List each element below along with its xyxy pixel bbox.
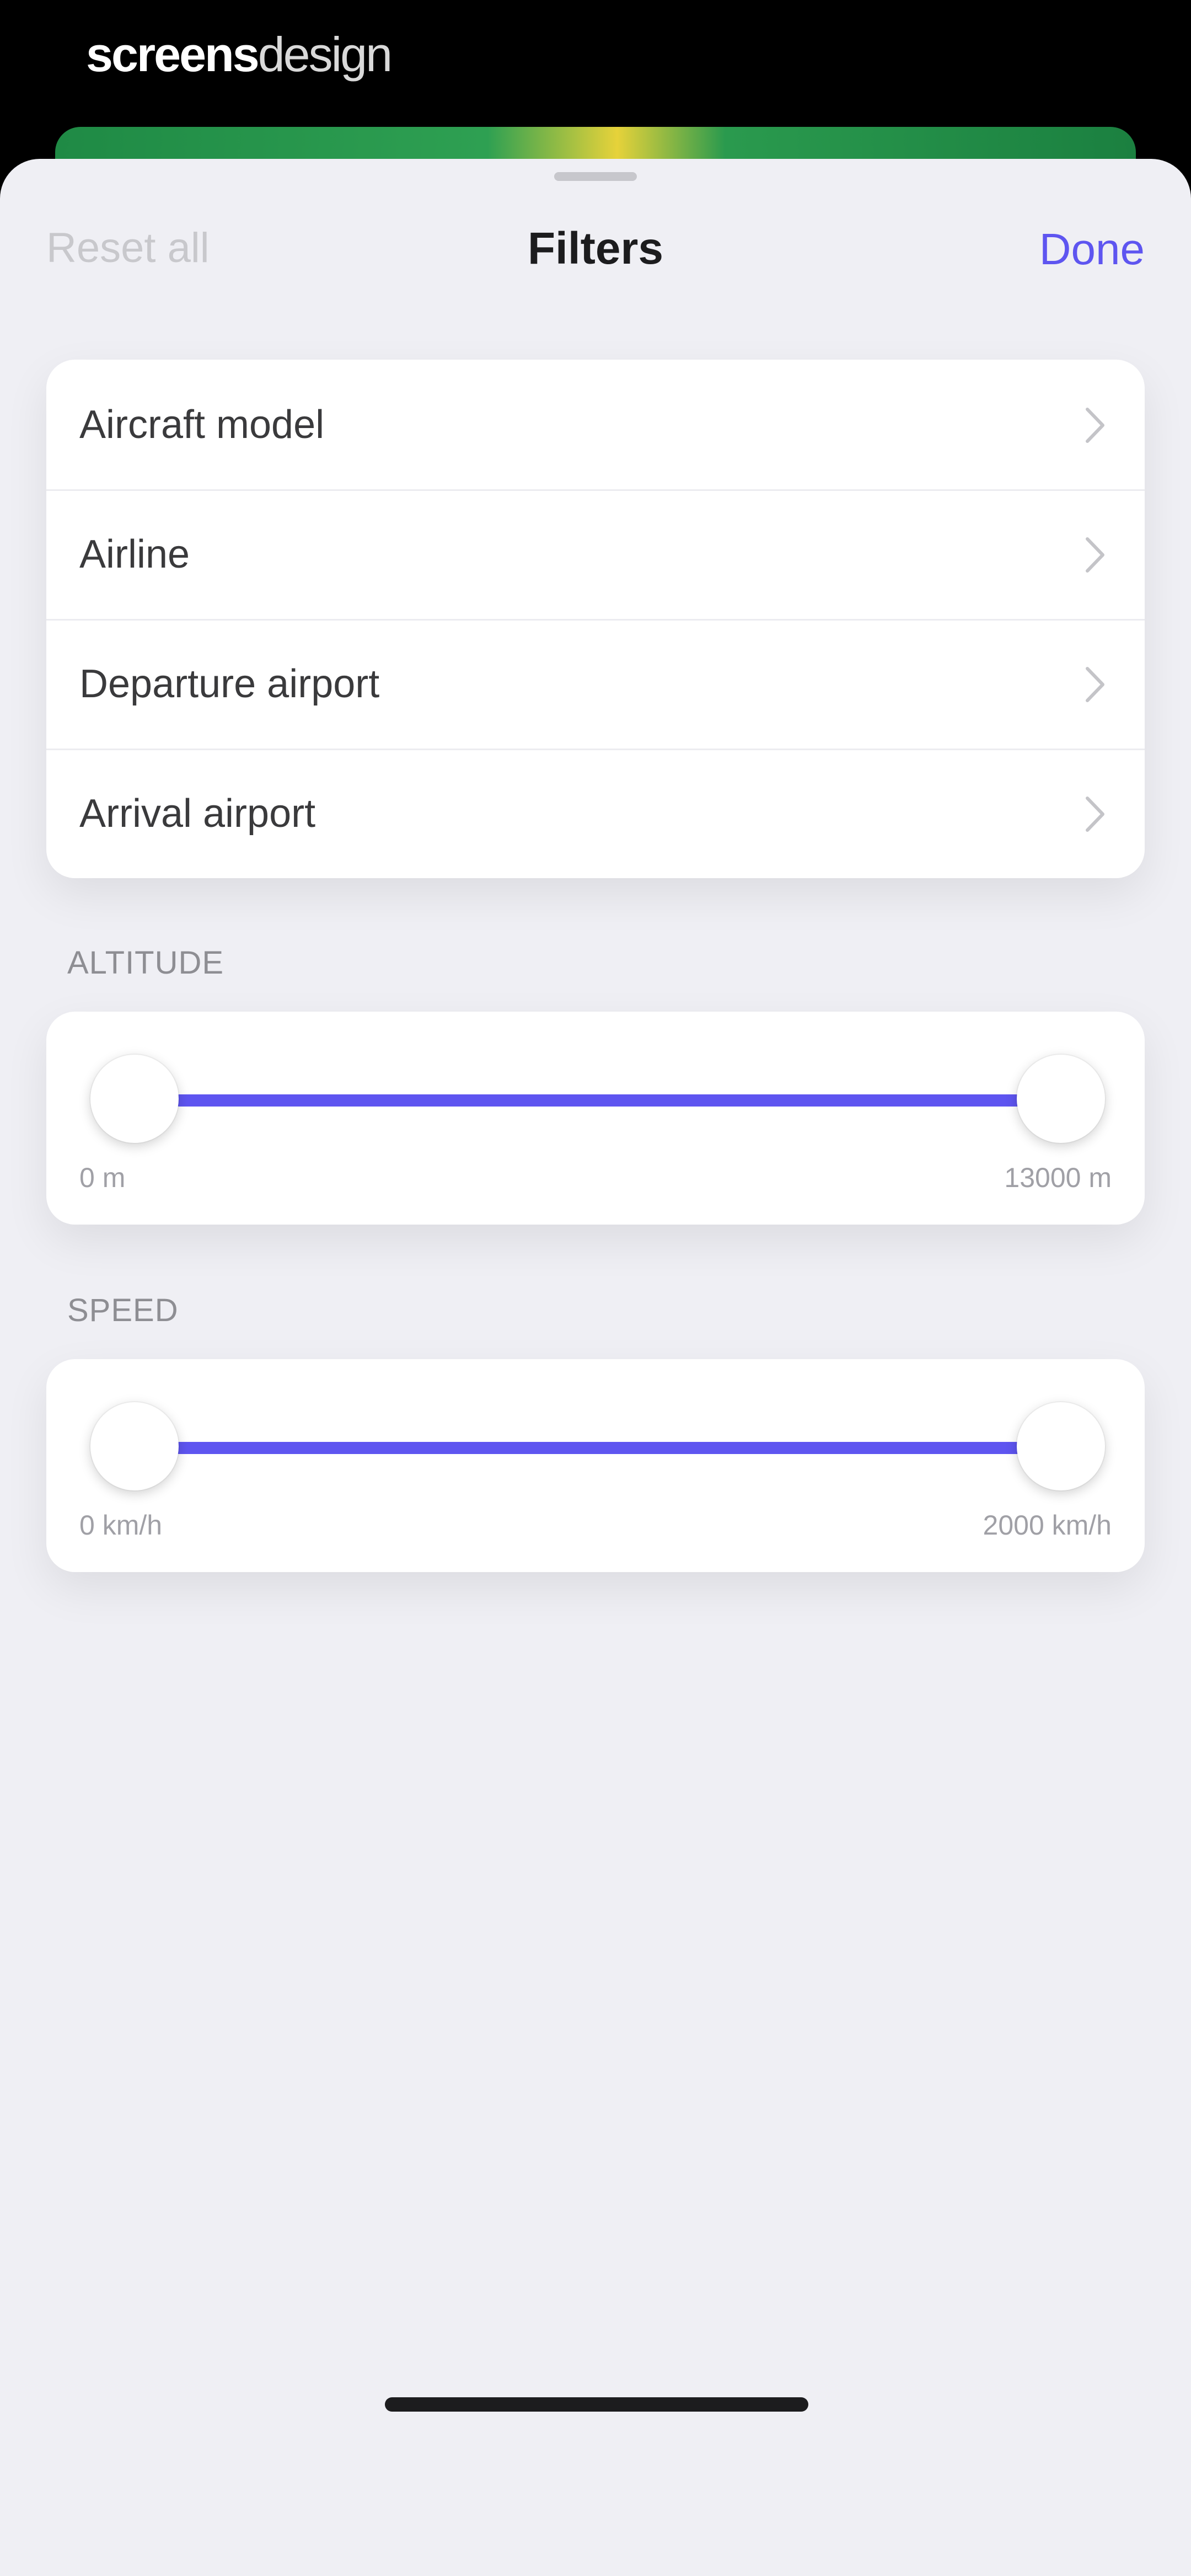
speed-slider-track[interactable] bbox=[173, 1442, 1066, 1454]
screen: screensdesign Reset all Filters Done Air… bbox=[0, 0, 1191, 2576]
chevron-right-icon bbox=[1086, 408, 1104, 443]
speed-range-slider: 0 km/h 2000 km/h bbox=[46, 1359, 1145, 1572]
altitude-slider-track[interactable] bbox=[173, 1094, 1066, 1107]
done-button[interactable]: Done bbox=[1039, 224, 1145, 275]
filter-row-label: Airline bbox=[79, 532, 190, 576]
altitude-range-slider: 0 m 13000 m bbox=[46, 1012, 1145, 1225]
filters-sheet: Reset all Filters Done Aircraft model Ai… bbox=[0, 159, 1191, 2576]
chevron-right-icon bbox=[1086, 797, 1104, 832]
chevron-right-icon bbox=[1086, 667, 1104, 702]
speed-max-label: 2000 km/h bbox=[983, 1510, 1112, 1541]
watermark-light-text: design bbox=[257, 27, 393, 82]
speed-min-thumb[interactable] bbox=[90, 1402, 179, 1490]
filter-row-airline[interactable]: Airline bbox=[46, 489, 1145, 619]
speed-min-label: 0 km/h bbox=[79, 1510, 163, 1541]
altitude-min-thumb[interactable] bbox=[90, 1055, 179, 1143]
home-indicator[interactable] bbox=[385, 2397, 808, 2412]
watermark-logo: screensdesign bbox=[86, 26, 393, 83]
sheet-title: Filters bbox=[527, 223, 664, 274]
filter-row-arrival-airport[interactable]: Arrival airport bbox=[46, 749, 1145, 878]
sheet-grabber[interactable] bbox=[554, 172, 637, 181]
altitude-max-thumb[interactable] bbox=[1017, 1055, 1105, 1143]
filter-list: Aircraft model Airline Departure airport… bbox=[46, 360, 1145, 878]
chevron-right-icon bbox=[1086, 537, 1104, 573]
watermark-bold-text: screens bbox=[86, 27, 260, 82]
filter-row-departure-airport[interactable]: Departure airport bbox=[46, 619, 1145, 749]
speed-section-header: SPEED bbox=[67, 1292, 179, 1328]
filter-row-aircraft-model[interactable]: Aircraft model bbox=[46, 360, 1145, 489]
filter-row-label: Aircraft model bbox=[79, 402, 325, 447]
altitude-min-label: 0 m bbox=[79, 1162, 126, 1193]
filter-row-label: Departure airport bbox=[79, 661, 380, 706]
filter-row-label: Arrival airport bbox=[79, 791, 316, 836]
speed-max-thumb[interactable] bbox=[1017, 1402, 1105, 1490]
altitude-section-header: ALTITUDE bbox=[67, 945, 224, 981]
altitude-max-label: 13000 m bbox=[1004, 1162, 1112, 1193]
